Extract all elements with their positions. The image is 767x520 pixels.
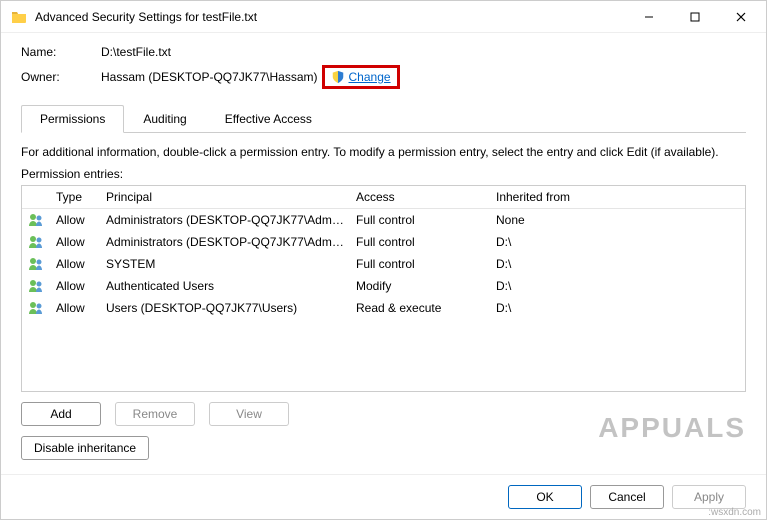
cell-inherited: D:\ [490,233,745,251]
cell-type: Allow [50,255,100,273]
cell-access: Read & execute [350,299,490,317]
col-inherited-header[interactable]: Inherited from [490,186,745,208]
cell-principal: SYSTEM [100,255,350,273]
cell-inherited: D:\ [490,255,745,273]
dialog-footer: OK Cancel Apply [1,474,766,519]
cell-inherited: None [490,211,745,229]
cell-access: Modify [350,277,490,295]
content-area: Name: D:\testFile.txt Owner: Hassam (DES… [1,33,766,474]
change-highlight: Change [322,65,400,89]
users-icon [22,276,50,296]
cell-type: Allow [50,299,100,317]
table-row[interactable]: AllowAuthenticated UsersModifyD:\ [22,275,745,297]
owner-row: Owner: Hassam (DESKTOP-QQ7JK77\Hassam) C… [21,65,746,89]
cell-type: Allow [50,233,100,251]
window-title: Advanced Security Settings for testFile.… [35,10,626,24]
window: Advanced Security Settings for testFile.… [0,0,767,520]
change-owner-link[interactable]: Change [349,70,391,84]
cell-access: Full control [350,211,490,229]
remove-button[interactable]: Remove [115,402,195,426]
cell-access: Full control [350,255,490,273]
close-button[interactable] [718,2,764,32]
cell-inherited: D:\ [490,277,745,295]
owner-value: Hassam (DESKTOP-QQ7JK77\Hassam) [101,70,318,84]
tab-bar: Permissions Auditing Effective Access [21,105,746,133]
tab-effective-access[interactable]: Effective Access [206,105,331,132]
shield-icon [331,70,345,84]
table-row[interactable]: AllowUsers (DESKTOP-QQ7JK77\Users)Read &… [22,297,745,319]
users-icon [22,254,50,274]
cell-inherited: D:\ [490,299,745,317]
table-row[interactable]: AllowSYSTEMFull controlD:\ [22,253,745,275]
disable-inheritance-button[interactable]: Disable inheritance [21,436,149,460]
name-label: Name: [21,45,101,59]
permission-table: Type Principal Access Inherited from All… [21,185,746,392]
table-body: AllowAdministrators (DESKTOP-QQ7JK77\Adm… [22,209,745,319]
cancel-button[interactable]: Cancel [590,485,664,509]
cell-access: Full control [350,233,490,251]
cell-type: Allow [50,211,100,229]
tab-auditing[interactable]: Auditing [124,105,205,132]
apply-button[interactable]: Apply [672,485,746,509]
users-icon [22,298,50,318]
cell-principal: Administrators (DESKTOP-QQ7JK77\Admini..… [100,211,350,229]
entry-buttons: Add Remove View [21,402,746,426]
cell-principal: Administrators (DESKTOP-QQ7JK77\Admini..… [100,233,350,251]
titlebar: Advanced Security Settings for testFile.… [1,1,766,33]
maximize-button[interactable] [672,2,718,32]
col-principal-header[interactable]: Principal [100,186,350,208]
col-access-header[interactable]: Access [350,186,490,208]
col-icon-header[interactable] [22,186,50,208]
entries-label: Permission entries: [21,167,746,181]
cell-type: Allow [50,277,100,295]
ok-button[interactable]: OK [508,485,582,509]
users-icon [22,210,50,230]
view-button[interactable]: View [209,402,289,426]
add-button[interactable]: Add [21,402,101,426]
table-row[interactable]: AllowAdministrators (DESKTOP-QQ7JK77\Adm… [22,209,745,231]
info-text: For additional information, double-click… [21,145,746,159]
inheritance-buttons: Disable inheritance [21,436,746,460]
cell-principal: Users (DESKTOP-QQ7JK77\Users) [100,299,350,317]
tab-permissions[interactable]: Permissions [21,105,124,133]
table-row[interactable]: AllowAdministrators (DESKTOP-QQ7JK77\Adm… [22,231,745,253]
cell-principal: Authenticated Users [100,277,350,295]
name-row: Name: D:\testFile.txt [21,45,746,59]
table-header: Type Principal Access Inherited from [22,186,745,209]
name-value: D:\testFile.txt [101,45,171,59]
col-type-header[interactable]: Type [50,186,100,208]
owner-label: Owner: [21,70,101,84]
users-icon [22,232,50,252]
folder-icon [11,9,27,25]
minimize-button[interactable] [626,2,672,32]
